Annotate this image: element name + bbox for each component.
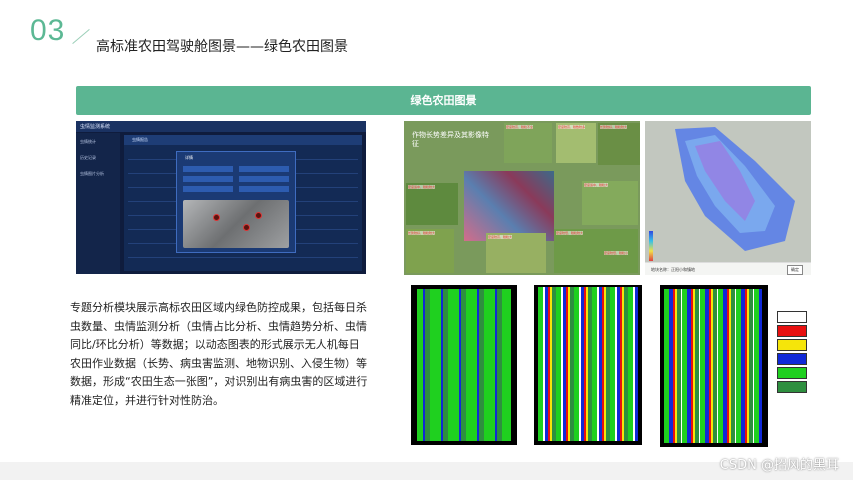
collage-label: 长势较好、穗粒较大 — [600, 125, 628, 129]
popup-field — [183, 186, 233, 192]
pest-marker — [243, 224, 250, 231]
pest-marker — [213, 214, 220, 221]
collage-label: 密度较低、穗粒较大 — [556, 231, 584, 235]
dashboard-app-title: 虫情监测系统 — [80, 124, 111, 130]
sidebar-item-history[interactable]: 历史记录 — [80, 155, 96, 161]
table-header-label: 虫情报告 — [132, 137, 148, 142]
popup-title: 详情 — [185, 155, 193, 160]
module-description: 专题分析模块展示高标农田区域内绿色防控成果，包括每日杀虫数量、虫情监测分析（虫情… — [70, 301, 368, 407]
popup-field — [183, 176, 233, 182]
field-photo — [504, 123, 552, 163]
heatmap-legend — [649, 231, 653, 261]
multispectral-image — [464, 171, 554, 241]
collage-label: 密度较高、穗数较多 — [558, 125, 586, 129]
crop-growth-collage: 作物长势差异及其影像特征 密度较高、穗粒不全 密度较高、穗数较多 长势较好、穗粒… — [404, 121, 640, 275]
heatmap-footer: 地块名称：正阳小和镇地 确定 — [645, 262, 811, 275]
collage-label: 长势较好、穗粒较大 — [408, 231, 436, 235]
classification-map-3 — [660, 285, 768, 447]
detail-popup: 详情 — [176, 151, 296, 253]
popup-field — [239, 186, 289, 192]
sidebar-item-stats[interactable]: 虫情统计 — [80, 139, 96, 145]
field-photo — [406, 183, 458, 225]
collage-label: 密度较高、穗粒不全 — [506, 125, 534, 129]
key-swatch — [777, 311, 807, 323]
page-title: 高标准农田驾驶舱图景——绿色农田图景 — [96, 39, 348, 55]
field-photo — [598, 123, 640, 165]
field-photo — [556, 123, 596, 163]
field-photo — [582, 181, 638, 225]
pest-monitoring-dashboard: 虫情监测系统 虫情统计 历史记录 虫情图片分析 虫情报告 详情 — [76, 121, 366, 274]
watermark: CSDN @招风的黑耳 — [719, 458, 839, 473]
field-heatmap: 地块名称：正阳小和镇地 确定 — [645, 121, 811, 275]
field-photo — [406, 229, 454, 273]
key-swatch — [777, 367, 807, 379]
popup-field — [239, 176, 289, 182]
key-swatch — [777, 339, 807, 351]
map-color-key — [774, 309, 808, 395]
dashboard-topbar: 虫情监测系统 — [76, 121, 366, 132]
table-header: 虫情报告 — [124, 135, 362, 145]
classification-map-2 — [534, 285, 642, 445]
dashboard-sidebar: 虫情统计 历史记录 虫情图片分析 — [76, 133, 120, 274]
collage-label: 密度适中、穗粒大 — [584, 183, 609, 187]
map-field — [417, 289, 511, 441]
key-swatch — [777, 325, 807, 337]
map-field — [664, 289, 762, 443]
section-number: 03 — [30, 14, 66, 47]
key-swatch — [777, 353, 807, 365]
confirm-button[interactable]: 确定 — [787, 265, 803, 275]
key-swatch — [777, 381, 807, 393]
table-row[interactable] — [128, 257, 358, 258]
collage-label: 密度适中、穗粒较大 — [408, 185, 436, 189]
sidebar-item-image-analysis[interactable]: 虫情图片分析 — [80, 171, 104, 177]
popup-field — [183, 166, 233, 172]
popup-field — [239, 166, 289, 172]
classification-map-1 — [411, 285, 517, 445]
section-banner: 绿色农田图景 — [76, 86, 811, 115]
heatmap-shape — [675, 127, 795, 251]
collage-title: 作物长势差异及其影像特征 — [412, 131, 489, 148]
section-divider — [72, 29, 90, 44]
collage-label: 密度较低、穗粒小 — [604, 251, 629, 255]
map-field — [538, 287, 638, 441]
trap-photo — [183, 200, 289, 248]
pest-marker — [255, 212, 262, 219]
collage-label: 密度较高、穗粒大 — [488, 235, 513, 239]
field-photo — [486, 233, 546, 273]
heatmap-field-name: 地块名称：正阳小和镇地 — [651, 267, 695, 272]
